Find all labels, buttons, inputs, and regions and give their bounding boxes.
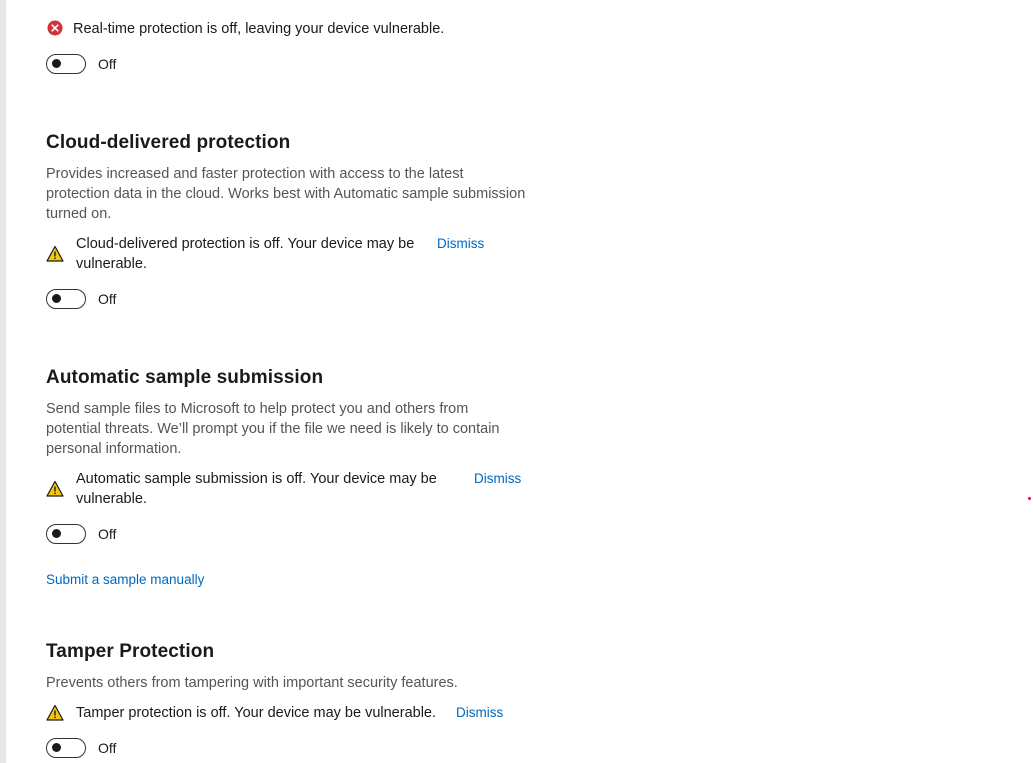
sample-status-text: Automatic sample submission is off. Your… [76, 471, 437, 507]
tamper-dismiss-link[interactable]: Dismiss [456, 703, 503, 723]
warning-icon [46, 245, 64, 262]
tamper-toggle-row: Off [46, 738, 116, 758]
realtime-status-row: Real-time protection is off, leaving you… [46, 19, 526, 39]
toggle-knob [52, 294, 61, 303]
sample-submission-title: Automatic sample submission [46, 367, 324, 388]
sample-dismiss-link[interactable]: Dismiss [474, 469, 521, 489]
realtime-status-text: Real-time protection is off, leaving you… [73, 21, 445, 37]
cloud-protection-title: Cloud-delivered protection [46, 132, 291, 153]
security-settings-page: Real-time protection is off, leaving you… [0, 0, 1033, 763]
tamper-status-text: Tamper protection is off. Your device ma… [76, 705, 437, 721]
realtime-protection-toggle[interactable] [46, 54, 86, 74]
cloud-toggle-label: Off [98, 291, 117, 307]
cloud-toggle-row: Off [46, 289, 116, 309]
cloud-protection-toggle[interactable] [46, 289, 86, 309]
notification-dot [1028, 497, 1031, 500]
toggle-knob [52, 529, 61, 538]
sample-toggle-row: Off [46, 524, 116, 544]
tamper-protection-toggle[interactable] [46, 738, 86, 758]
sample-submission-description: Send sample files to Microsoft to help p… [46, 401, 500, 457]
cloud-dismiss-link[interactable]: Dismiss [437, 234, 484, 254]
submit-sample-manually-link[interactable]: Submit a sample manually [46, 572, 204, 587]
tamper-toggle-label: Off [98, 740, 117, 756]
toggle-knob [52, 59, 61, 68]
sample-toggle-label: Off [98, 526, 117, 542]
warning-icon [46, 480, 64, 497]
error-circle-icon [47, 20, 63, 36]
toggle-knob [52, 743, 61, 752]
left-rail [0, 0, 6, 763]
warning-icon [46, 704, 64, 721]
realtime-toggle-row: Off [46, 54, 116, 74]
tamper-protection-description: Prevents others from tampering with impo… [46, 675, 458, 691]
realtime-toggle-label: Off [98, 56, 117, 72]
tamper-protection-title: Tamper Protection [46, 641, 215, 662]
cloud-protection-description: Provides increased and faster protection… [46, 166, 526, 222]
cloud-status-text: Cloud-delivered protection is off. Your … [76, 236, 415, 272]
sample-submission-toggle[interactable] [46, 524, 86, 544]
